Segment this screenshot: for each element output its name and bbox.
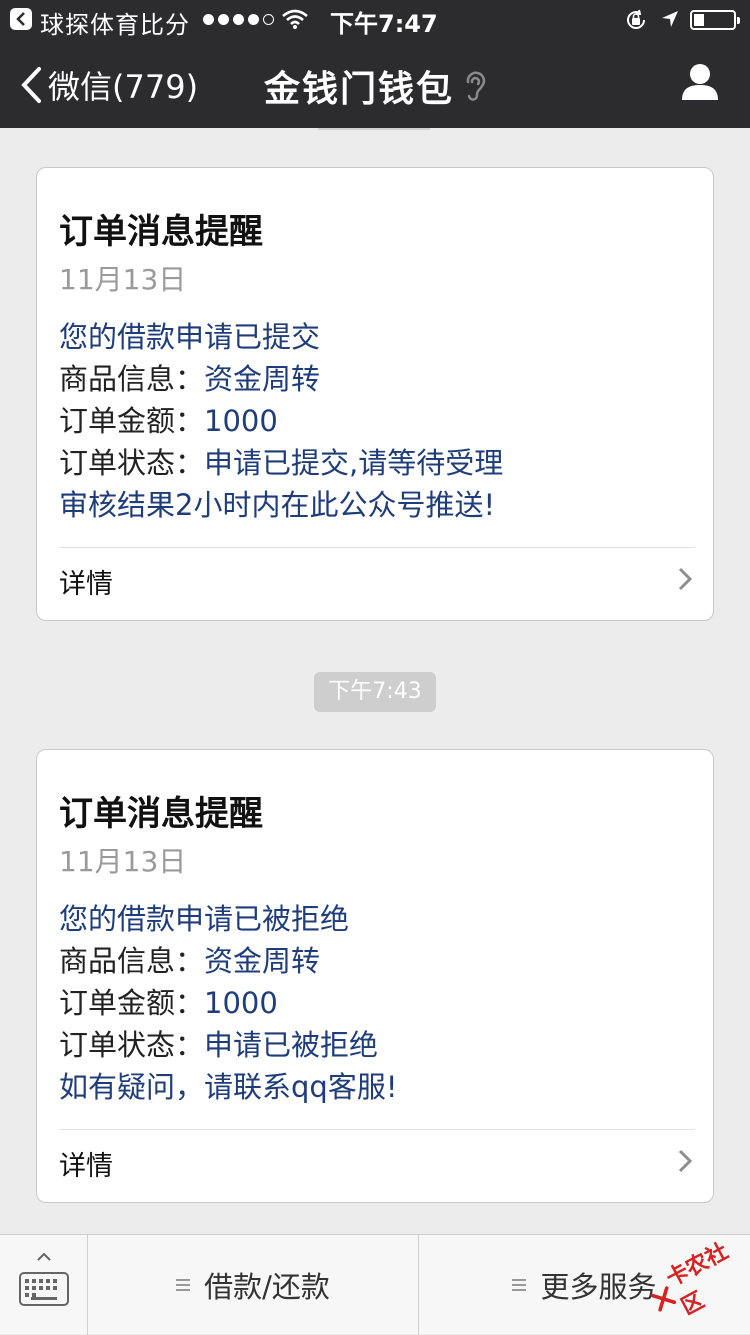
card-divider (59, 547, 695, 548)
card-body: 您的借款申请已提交 商品信息：资金周转 订单金额：1000 订单状态：申请已提交… (59, 316, 503, 526)
card-product-row: 商品信息：资金周转 (59, 362, 321, 396)
menu-lines-icon (176, 1276, 191, 1294)
card-headline: 您的借款申请已被拒绝 (59, 902, 350, 936)
card-detail-link[interactable]: 详情 (59, 1144, 113, 1183)
chevron-right-icon[interactable] (677, 1148, 693, 1174)
back-to-app-icon[interactable] (10, 8, 32, 30)
location-icon (662, 11, 678, 27)
ear-icon (466, 71, 486, 101)
card-body: 您的借款申请已被拒绝 商品信息：资金周转 订单金额：1000 订单状态：申请已被… (59, 898, 397, 1108)
card-date: 11月13日 (59, 263, 187, 296)
battery-icon (690, 10, 740, 30)
bottom-menu: 借款/还款 更多服务 (0, 1234, 750, 1335)
nav-bar: 微信(779) 金钱门钱包 (0, 40, 750, 128)
card-title: 订单消息提醒 (59, 212, 263, 252)
menu-borrow-repay[interactable]: 借款/还款 (88, 1235, 419, 1335)
card-product-row: 商品信息：资金周转 (59, 944, 321, 978)
previous-message-edge (318, 128, 430, 130)
rotation-lock-icon (627, 9, 645, 29)
status-time: 下午7:47 (330, 10, 438, 38)
caret-up-icon (37, 1253, 51, 1261)
status-app-name[interactable]: 球探体育比分 (40, 5, 190, 40)
keyboard-icon (19, 1272, 69, 1306)
card-status-row: 订单状态：申请已提交,请等待受理 (59, 446, 504, 480)
card-amount-row: 订单金额：1000 (59, 986, 278, 1020)
menu-label: 更多服务 (540, 1270, 657, 1304)
wifi-icon (282, 9, 308, 29)
timestamp-pill: 下午7:43 (314, 672, 436, 712)
page-title: 金钱门钱包 (263, 69, 454, 110)
menu-lines-icon (512, 1276, 527, 1294)
chat-area[interactable]: 订单消息提醒 11月13日 您的借款申请已提交 商品信息：资金周转 订单金额：1… (0, 128, 750, 1234)
card-note: 如有疑问，请联系qq客服! (59, 1070, 398, 1104)
top-bar: 球探体育比分 下午7:47 微信(779) 金钱门钱包 (0, 0, 750, 128)
signal-icon (203, 14, 274, 25)
status-bar: 球探体育比分 下午7:47 (0, 0, 750, 40)
card-amount-row: 订单金额：1000 (59, 404, 278, 438)
card-detail-link[interactable]: 详情 (59, 562, 113, 601)
card-status-row: 订单状态：申请已被拒绝 (59, 1028, 379, 1062)
card-date: 11月13日 (59, 845, 187, 878)
card-title: 订单消息提醒 (59, 794, 263, 834)
chevron-right-icon[interactable] (677, 566, 693, 592)
message-card[interactable]: 订单消息提醒 11月13日 您的借款申请已提交 商品信息：资金周转 订单金额：1… (36, 167, 714, 621)
profile-icon[interactable] (680, 62, 720, 102)
card-note: 审核结果2小时内在此公众号推送! (59, 488, 496, 522)
message-card[interactable]: 订单消息提醒 11月13日 您的借款申请已被拒绝 商品信息：资金周转 订单金额：… (36, 749, 714, 1203)
card-headline: 您的借款申请已提交 (59, 320, 321, 354)
menu-label: 借款/还款 (204, 1270, 330, 1304)
card-divider (59, 1129, 695, 1130)
keyboard-toggle-button[interactable] (0, 1235, 88, 1335)
